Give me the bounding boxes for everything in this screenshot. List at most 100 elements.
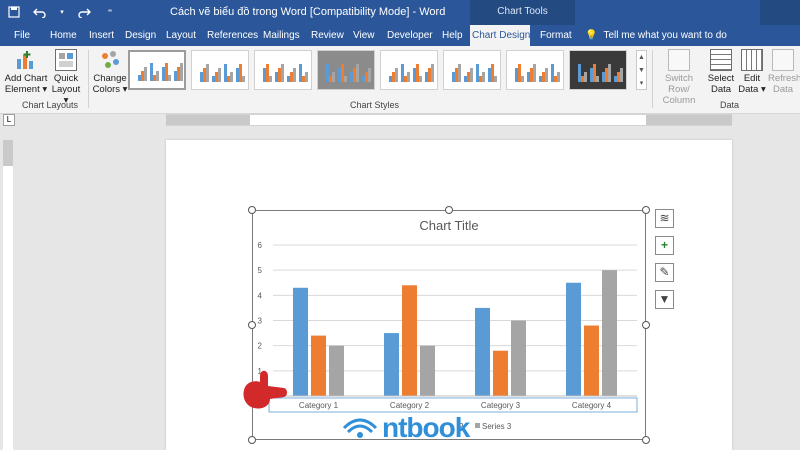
thumb-bar: [144, 67, 147, 81]
quick-access-toolbar: ▾ ⁼: [6, 4, 118, 20]
resize-handle-top[interactable]: [445, 206, 453, 214]
select-data-button[interactable]: Select Data: [706, 49, 736, 95]
watermark-logo-icon: [342, 418, 378, 438]
chevron-down-icon[interactable]: ▾: [58, 4, 66, 20]
redo-icon[interactable]: [76, 4, 92, 20]
thumb-bar: [533, 64, 536, 82]
thumb-bar: [608, 64, 611, 82]
thumb-bar: [344, 76, 347, 82]
tab-format[interactable]: Format: [538, 25, 574, 46]
switch-row-column-button[interactable]: Switch Row/ Column: [656, 49, 702, 106]
thumb-bar: [218, 68, 221, 82]
thumb-bar: [230, 72, 233, 82]
bar: [311, 335, 326, 396]
y-tick-label: 6: [258, 241, 263, 250]
customize-icon[interactable]: ⁼: [102, 4, 118, 20]
layout-options-icon[interactable]: ≋: [655, 209, 674, 228]
category-label: Category 3: [481, 401, 521, 410]
y-tick-label: 3: [258, 317, 263, 326]
tab-mailings[interactable]: Mailings: [261, 25, 302, 46]
resize-handle-bottom-right[interactable]: [642, 436, 650, 444]
chart-area[interactable]: Chart Title0123456Category 1Category 2Ca…: [252, 210, 646, 440]
window-controls[interactable]: [760, 0, 800, 25]
chart-title: Chart Title: [419, 218, 478, 233]
ruler-margin-top: [3, 140, 13, 166]
add-chart-element-button[interactable]: Add Chart Element ▾: [4, 49, 48, 95]
bar: [602, 270, 617, 396]
resize-handle-top-left[interactable]: [248, 206, 256, 214]
thumb-bar: [407, 72, 410, 82]
chart-style-thumb[interactable]: [569, 50, 627, 90]
bar: [566, 282, 581, 396]
palette-icon: [99, 49, 121, 71]
tab-chart-design[interactable]: Chart Design: [470, 25, 530, 46]
chart-elements-plus-icon[interactable]: +: [655, 236, 674, 255]
tab-help[interactable]: Help: [440, 25, 465, 46]
thumb-bar: [545, 68, 548, 82]
category-label: Category 4: [572, 401, 612, 410]
chart-styles-group-label: Chart Styles: [350, 100, 400, 110]
table-icon: [710, 49, 732, 71]
thumb-bar: [332, 72, 335, 82]
tab-selector[interactable]: L: [3, 114, 15, 126]
tab-home[interactable]: Home: [48, 25, 79, 46]
y-tick-label: 4: [258, 291, 263, 300]
thumb-bar: [419, 76, 422, 82]
tab-layout[interactable]: Layout: [164, 25, 198, 46]
chart-style-thumb[interactable]: [380, 50, 438, 90]
chart-style-thumb[interactable]: [506, 50, 564, 90]
bar: [511, 320, 526, 396]
undo-icon[interactable]: [32, 4, 48, 20]
chart-style-thumb[interactable]: [128, 50, 186, 90]
tab-file[interactable]: File: [12, 25, 32, 46]
chart-style-thumb[interactable]: [254, 50, 312, 90]
bar: [475, 307, 490, 396]
quick-layout-icon: [55, 49, 77, 71]
resize-handle-right[interactable]: [642, 321, 650, 329]
resize-handle-bottom-left[interactable]: [248, 436, 256, 444]
thumb-bar: [206, 64, 209, 82]
chart-filters-icon[interactable]: ▼: [655, 290, 674, 309]
thumb-bar: [557, 72, 560, 82]
group-separator: [652, 50, 653, 108]
watermark-text: ntbook: [382, 412, 470, 443]
thumb-bar: [168, 75, 171, 81]
y-tick-label: 5: [258, 266, 263, 275]
tab-insert[interactable]: Insert: [87, 25, 116, 46]
thumb-bar: [521, 76, 524, 82]
bar: [420, 345, 435, 396]
chart-style-thumb[interactable]: [317, 50, 375, 90]
thumb-bar: [156, 71, 159, 81]
thumb-bar: [356, 64, 359, 82]
thumb-bar: [458, 64, 461, 82]
ruler-margin-left: [166, 115, 250, 125]
bar: [293, 287, 308, 396]
vertical-ruler[interactable]: [3, 140, 13, 450]
chart-styles-gallery: [128, 50, 638, 94]
chart-styles-brush-icon[interactable]: ✎: [655, 263, 674, 282]
quick-layout-button[interactable]: Quick Layout ▾: [50, 49, 82, 106]
legend-swatch: [475, 423, 480, 428]
tab-view[interactable]: View: [351, 25, 377, 46]
resize-handle-top-right[interactable]: [642, 206, 650, 214]
tell-me-box[interactable]: 💡 Tell me what you want to do: [585, 25, 727, 46]
refresh-data-button[interactable]: Refresh Data: [768, 49, 800, 95]
group-separator: [88, 50, 89, 108]
chart-style-thumb[interactable]: [443, 50, 501, 90]
horizontal-ruler[interactable]: [166, 114, 732, 126]
tab-design[interactable]: Design: [123, 25, 158, 46]
tab-references[interactable]: References: [205, 25, 260, 46]
thumb-bar: [431, 64, 434, 82]
resize-handle-left[interactable]: [248, 321, 256, 329]
change-colors-button[interactable]: Change Colors ▾: [92, 49, 128, 95]
chart-style-thumb[interactable]: [191, 50, 249, 90]
tab-developer[interactable]: Developer: [385, 25, 435, 46]
ribbon-tabs: File Home Insert Design Layout Reference…: [0, 25, 800, 46]
gallery-scroll[interactable]: ▲ ▼ ▾: [636, 50, 647, 90]
save-icon[interactable]: [6, 4, 22, 20]
edit-data-button[interactable]: Edit Data ▾: [738, 49, 766, 95]
tab-review[interactable]: Review: [309, 25, 346, 46]
thumb-bar: [470, 68, 473, 82]
chart-layouts-group-label: Chart Layouts: [22, 100, 79, 110]
bar: [493, 350, 508, 396]
